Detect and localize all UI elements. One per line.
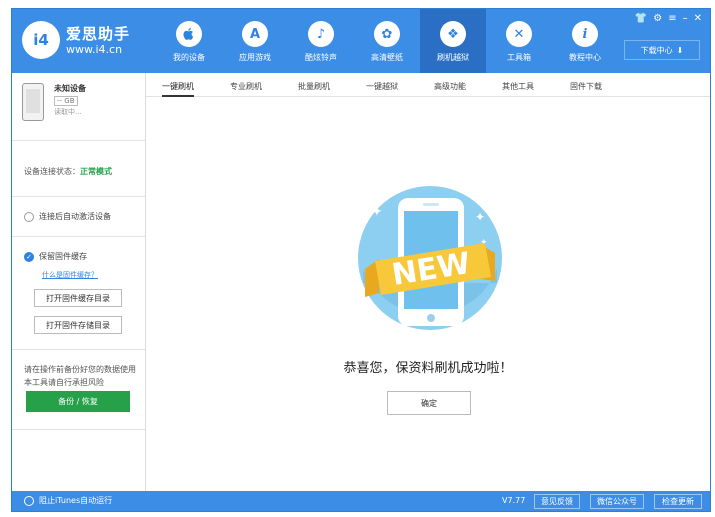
nav-apps-games[interactable]: A 应用游戏 — [222, 9, 288, 73]
nav-flash-jailbreak[interactable]: ❖ 刷机越狱 — [420, 9, 486, 73]
tab-bar: 一键刷机 专业刷机 批量刷机 一键越狱 高级功能 其他工具 固件下载 — [146, 73, 710, 97]
ok-button[interactable]: 确定 — [387, 391, 471, 415]
device-status: 读取中... — [54, 108, 82, 116]
feedback-button[interactable]: 意见反馈 — [534, 494, 580, 509]
nav-label: 酷炫铃声 — [305, 53, 337, 62]
itunes-block-label: 阻止iTunes自动运行 — [39, 496, 113, 505]
backup-restore-button[interactable]: 备份 / 恢复 — [26, 391, 130, 412]
nav-ringtones[interactable]: ♪ 酷炫铃声 — [288, 9, 354, 73]
auto-activate-option[interactable]: 连接后自动激活设备 — [24, 211, 111, 222]
open-storage-dir-button[interactable]: 打开固件存储目录 — [34, 316, 122, 334]
logo-badge: i4 — [22, 21, 60, 59]
tab-one-click-jailbreak[interactable]: 一键越狱 — [366, 73, 398, 97]
nav-label: 我的设备 — [173, 53, 205, 62]
tab-firmware-download[interactable]: 固件下载 — [570, 73, 602, 97]
nav-my-device[interactable]: 我的设备 — [156, 9, 222, 73]
flower-icon: ✿ — [374, 21, 400, 47]
tab-one-click-flash[interactable]: 一键刷机 — [162, 73, 194, 97]
success-illustration: ✦ ✦ ✦ NEW — [345, 173, 515, 346]
wechat-button[interactable]: 微信公众号 — [590, 494, 644, 509]
new-phone-graphic: ✦ ✦ ✦ NEW — [358, 186, 502, 330]
box-icon: ❖ — [440, 21, 466, 47]
close-icon[interactable]: ✕ — [694, 13, 702, 24]
connection-label: 设备连接状态： — [24, 167, 80, 176]
success-message: 恭喜您，保资料刷机成功啦！ — [343, 361, 513, 376]
divider — [12, 236, 145, 237]
svg-text:✦: ✦ — [371, 204, 383, 220]
divider — [12, 349, 145, 350]
nav-label: 高清壁纸 — [371, 53, 403, 62]
nav-label: 工具箱 — [507, 53, 531, 62]
risk-note: 请在操作前备份好您的数据使用本工具请自行承担风险 — [24, 365, 136, 387]
download-icon: ⬇ — [676, 45, 684, 55]
device-name: 未知设备 — [54, 84, 86, 93]
auto-activate-radio[interactable] — [24, 211, 34, 222]
header-bar: i4 爱思助手 www.i4.cn 我的设备 A 应用游戏 ♪ 酷炫铃声 ✿ 高… — [12, 9, 710, 73]
download-center-label: 下载中心 — [640, 45, 673, 55]
divider — [12, 140, 145, 141]
nav-wallpapers[interactable]: ✿ 高清壁纸 — [354, 9, 420, 73]
what-is-cache-link[interactable]: 什么是固件缓存？ — [42, 270, 98, 280]
sidebar: 未知设备 -- GB 读取中... 设备连接状态：正常模式 连接后自动激活设备 … — [12, 73, 146, 491]
nav-toolbox[interactable]: ✕ 工具箱 — [486, 9, 552, 73]
device-card: 未知设备 -- GB 读取中... — [22, 83, 86, 121]
app-logo: i4 爱思助手 www.i4.cn — [22, 21, 130, 59]
keep-cache-option[interactable]: ✓ 保留固件缓存 — [24, 251, 87, 262]
bell-icon: ♪ — [308, 21, 334, 47]
tab-pro-flash[interactable]: 专业刷机 — [230, 73, 262, 97]
minimize-icon[interactable]: – — [683, 13, 688, 24]
nav-label: 教程中心 — [569, 53, 601, 62]
version-label: V7.77 — [502, 496, 526, 505]
itunes-block-option[interactable]: 阻止iTunes自动运行 — [24, 495, 112, 506]
logo-name: 爱思助手 — [66, 24, 131, 43]
check-update-button[interactable]: 检查更新 — [654, 494, 702, 509]
apple-icon — [176, 21, 202, 47]
keep-cache-label: 保留固件缓存 — [39, 252, 87, 261]
connection-value: 正常模式 — [80, 167, 112, 176]
skin-icon[interactable]: 👕 — [635, 13, 647, 24]
menu-icon[interactable]: ≡ — [668, 13, 676, 24]
status-bar: 阻止iTunes自动运行 V7.77 意见反馈 微信公众号 检查更新 — [12, 491, 710, 511]
main-content: 一键刷机 专业刷机 批量刷机 一键越狱 高级功能 其他工具 固件下载 ✦ ✦ ✦ — [146, 73, 710, 491]
divider — [12, 196, 145, 197]
window-controls: 👕 ⚙ ≡ – ✕ — [635, 13, 702, 24]
tools-icon: ✕ — [506, 21, 532, 47]
main-nav: 我的设备 A 应用游戏 ♪ 酷炫铃声 ✿ 高清壁纸 ❖ 刷机越狱 ✕ 工具箱 i… — [156, 9, 618, 73]
tab-advanced[interactable]: 高级功能 — [434, 73, 466, 97]
gear-icon[interactable]: ⚙ — [653, 13, 662, 24]
svg-text:✦: ✦ — [475, 210, 485, 224]
device-capacity: -- GB — [54, 96, 78, 106]
nav-tutorials[interactable]: i 教程中心 — [552, 9, 618, 73]
auto-activate-label: 连接后自动激活设备 — [39, 212, 111, 221]
open-cache-dir-button[interactable]: 打开固件缓存目录 — [34, 289, 122, 307]
nav-label: 刷机越狱 — [437, 53, 469, 62]
download-center-button[interactable]: 下载中心 ⬇ — [624, 40, 700, 60]
logo-url: www.i4.cn — [66, 42, 123, 56]
nav-label: 应用游戏 — [239, 53, 271, 62]
phone-thumbnail — [22, 83, 44, 121]
tab-other-tools[interactable]: 其他工具 — [502, 73, 534, 97]
info-icon: i — [572, 21, 598, 47]
check-icon[interactable]: ✓ — [24, 251, 34, 262]
app-window: i4 爱思助手 www.i4.cn 我的设备 A 应用游戏 ♪ 酷炫铃声 ✿ 高… — [11, 8, 711, 512]
app-store-icon: A — [242, 21, 268, 47]
tab-batch-flash[interactable]: 批量刷机 — [298, 73, 330, 97]
divider — [12, 429, 145, 430]
itunes-block-radio[interactable] — [24, 495, 34, 506]
connection-status: 设备连接状态：正常模式 — [24, 166, 112, 177]
